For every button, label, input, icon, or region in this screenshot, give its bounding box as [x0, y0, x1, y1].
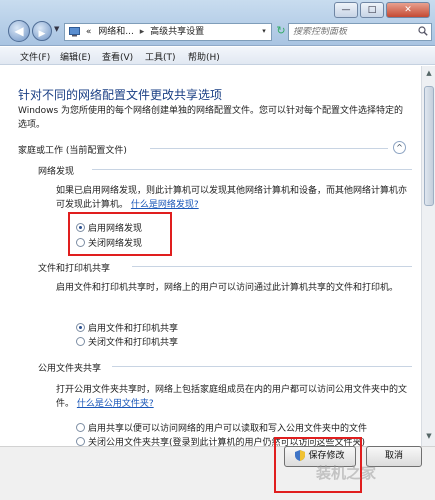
menu-view[interactable]: 查看(V): [102, 50, 133, 63]
public-folder-desc: 打开公用文件夹共享时，网络上包括家庭组成员在内的用户都可以访问公用文件夹中的文件…: [56, 383, 412, 411]
network-discovery-desc: 如果已启用网络发现，则此计算机可以发现其他网络计算机和设备，而其他网络计算机亦可…: [56, 184, 412, 212]
save-label: 保存修改: [308, 451, 345, 461]
address-bar[interactable]: « 网络和... ▸ 高级共享设置: [64, 23, 272, 41]
network-discovery-desc-text: 如果已启用网络发现，则此计算机可以发现其他网络计算机和设备，而其他网络计算机亦可…: [56, 186, 408, 210]
arrow-right-icon: ▶: [38, 29, 46, 39]
scroll-up-icon[interactable]: ▲: [424, 69, 434, 79]
radio-enable-public-sharing[interactable]: 启用共享以便可以访问网络的用户可以读取和写入公用文件夹中的文件: [76, 421, 367, 434]
close-button[interactable]: ✕: [386, 2, 430, 18]
radio-enable-file-sharing[interactable]: 启用文件和打印机共享: [76, 321, 178, 334]
maximize-button[interactable]: □: [360, 2, 384, 18]
radio-unselected-icon: [76, 238, 85, 247]
breadcrumb-separator-icon[interactable]: ▸: [140, 24, 145, 40]
scroll-down-icon[interactable]: ▼: [424, 432, 434, 442]
page-title: 针对不同的网络配置文件更改共享选项: [18, 88, 223, 102]
radio-unselected-icon: [76, 436, 85, 446]
public-folder-title: 公用文件夹共享: [38, 364, 102, 374]
scroll-thumb[interactable]: [424, 86, 434, 206]
radio-unselected-icon: [76, 423, 85, 432]
breadcrumb-advanced-sharing[interactable]: 高级共享设置: [150, 24, 204, 40]
menu-help[interactable]: 帮助(H): [188, 50, 220, 63]
radio-unselected-icon: [76, 337, 85, 346]
radio-label: 关闭文件和打印机共享: [88, 338, 179, 348]
vertical-scrollbar[interactable]: ▲ ▼: [421, 66, 435, 446]
title-bar: — □ ✕ ◀ ▶ ▼ « 网络和... ▸ 高级共享设置 ▾ ↻: [0, 0, 435, 46]
radio-label: 启用共享以便可以访问网络的用户可以读取和写入公用文件夹中的文件: [88, 424, 368, 434]
network-discovery-divider: [92, 169, 412, 170]
recent-pages-dropdown-icon[interactable]: ▼: [54, 25, 59, 33]
radio-enable-network-discovery[interactable]: 启用网络发现: [76, 221, 142, 234]
minimize-button[interactable]: —: [334, 2, 358, 18]
radio-label: 启用网络发现: [88, 224, 143, 234]
menu-edit[interactable]: 编辑(E): [60, 50, 91, 63]
intro-text: Windows 为您所使用的每个网络创建单独的网络配置文件。您可以针对每个配置文…: [18, 106, 404, 130]
file-printer-divider: [132, 266, 412, 267]
profile-divider: [150, 148, 388, 149]
menu-file[interactable]: 文件(F): [20, 50, 50, 63]
file-printer-desc: 启用文件和打印机共享时，网络上的用户可以访问通过此计算机共享的文件和打印机。: [56, 283, 399, 293]
back-button[interactable]: ◀: [8, 20, 30, 42]
public-folder-help-link[interactable]: 什么是公用文件夹?: [77, 399, 154, 409]
arrow-left-icon: ◀: [14, 24, 24, 38]
collapse-icon[interactable]: ^: [393, 141, 406, 154]
network-discovery-title: 网络发现: [38, 167, 75, 177]
file-printer-title: 文件和打印机共享: [38, 264, 111, 274]
network-discovery-help-link[interactable]: 什么是网络发现?: [131, 200, 199, 210]
radio-selected-icon: [76, 323, 85, 332]
refresh-icon[interactable]: ↻: [274, 23, 288, 41]
menu-bar: 文件(F) 编辑(E) 查看(V) 工具(T) 帮助(H): [0, 47, 435, 65]
shield-icon: [295, 450, 306, 461]
search-input[interactable]: [293, 27, 411, 37]
radio-disable-network-discovery[interactable]: 关闭网络发现: [76, 236, 142, 249]
menu-tools[interactable]: 工具(T): [145, 50, 176, 63]
search-box[interactable]: [288, 23, 432, 41]
radio-label: 启用文件和打印机共享: [88, 324, 179, 334]
breadcrumb-network[interactable]: 网络和...: [98, 24, 134, 40]
radio-label: 关闭网络发现: [88, 239, 143, 249]
search-icon[interactable]: [418, 26, 428, 36]
radio-disable-file-sharing[interactable]: 关闭文件和打印机共享: [76, 335, 178, 348]
radio-selected-icon: [76, 223, 85, 232]
highlight-box: [68, 212, 172, 256]
network-icon: [69, 24, 80, 40]
watermark: 装机之家: [316, 464, 377, 482]
forward-button[interactable]: ▶: [32, 21, 52, 41]
public-folder-divider: [112, 366, 412, 367]
profile-title: 家庭或工作 (当前配置文件): [18, 146, 127, 156]
address-dropdown-icon[interactable]: ▾: [256, 23, 272, 41]
breadcrumb-overflow[interactable]: «: [86, 24, 92, 40]
